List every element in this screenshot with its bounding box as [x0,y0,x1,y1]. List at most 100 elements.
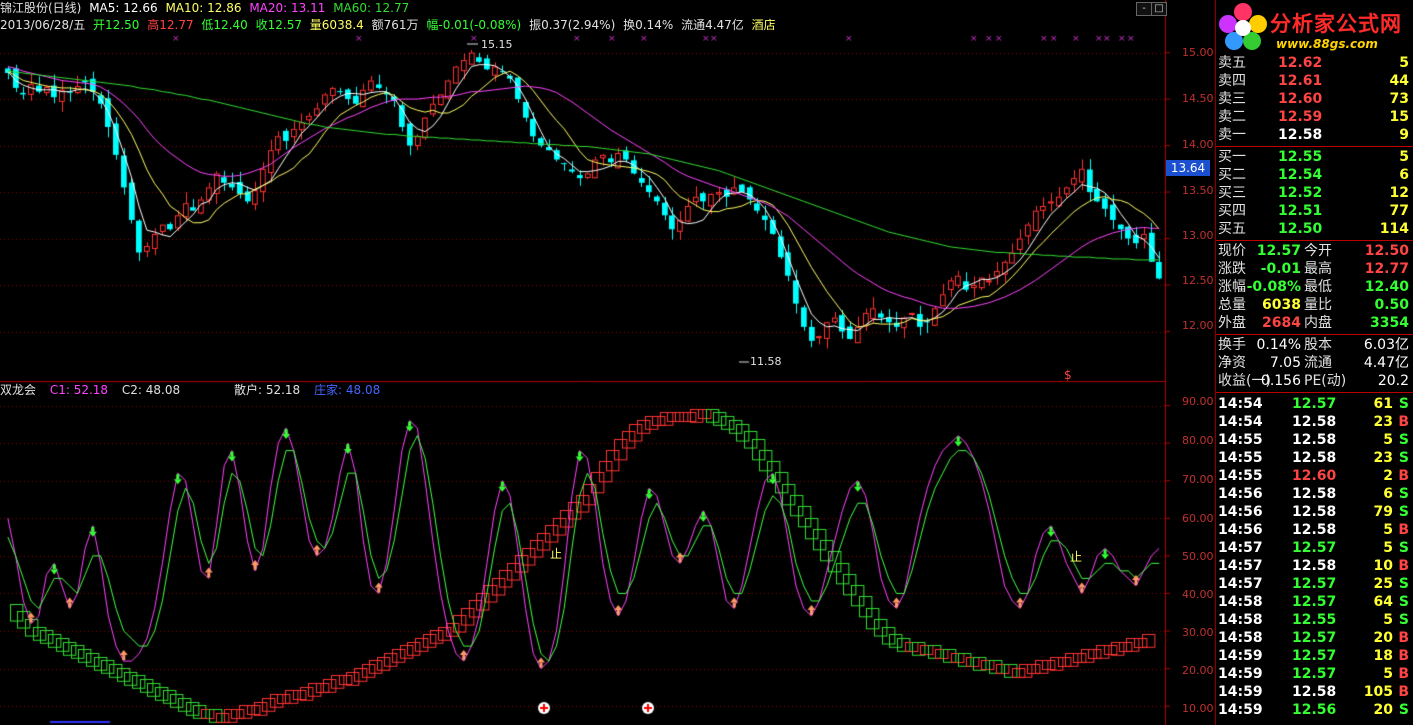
tick-qty: 6 [1383,486,1393,502]
tick-row[interactable]: 14:58 12.55 5 S [1216,611,1413,629]
tick-row[interactable]: 14:54 12.58 23 B [1216,413,1413,431]
sub-axis-tick: 50.00 [1182,550,1214,563]
logo: 分析家公式网 www.88gs.com [1216,0,1413,54]
stat-row: 涨跌 -0.01 最高 12.77 [1216,260,1413,278]
tick-row[interactable]: 14:59 12.58 105 B [1216,683,1413,701]
tick-time: 14:57 [1218,540,1263,556]
orderbook-row[interactable]: 买二 12.54 6 [1216,166,1413,184]
sector-label[interactable]: 酒店 [752,18,776,32]
tick-row[interactable]: 14:57 12.57 5 S [1216,539,1413,557]
tick-time: 14:59 [1218,684,1263,700]
orderbook-label: 买四 [1218,203,1246,219]
low-label: 低12.40 [201,18,248,32]
logo-name: 分析家公式网 [1270,12,1402,36]
tick-side: B [1398,684,1409,700]
tick-row[interactable]: 14:59 12.57 18 B [1216,647,1413,665]
orderbook-row[interactable]: 买三 12.52 12 [1216,184,1413,202]
sub-axis-tick: 60.00 [1182,512,1214,525]
stat-label: 最低 [1304,279,1332,295]
tick-time: 14:54 [1218,414,1263,430]
divider [1216,146,1413,147]
orderbook-row[interactable]: 买一 12.55 5 [1216,148,1413,166]
orderbook-row[interactable]: 买五 12.50 114 [1216,220,1413,238]
fund-value: 6.03亿 [1363,337,1409,353]
current-price-tag: 13.64 [1166,160,1210,176]
tick-side: B [1398,666,1409,682]
kline-chart-canvas[interactable] [0,0,1413,725]
stat-label: 涨跌 [1218,261,1246,277]
amount-label: 额761万 [371,18,419,32]
sub-axis-tick: 70.00 [1182,473,1214,486]
tick-side: S [1398,504,1409,520]
orderbook-row[interactable]: 卖四 12.61 44 [1216,72,1413,90]
tick-side: S [1398,594,1409,610]
turnover-label: 换0.14% [623,18,674,32]
tick-qty: 20 [1373,702,1393,718]
tick-row[interactable]: 14:58 12.57 64 S [1216,593,1413,611]
tick-row[interactable]: 14:57 12.57 25 S [1216,575,1413,593]
orderbook-row[interactable]: 卖一 12.58 9 [1216,126,1413,144]
orderbook-label: 买三 [1218,185,1246,201]
tick-side: S [1398,486,1409,502]
tick-row[interactable]: 14:59 12.57 5 B [1216,665,1413,683]
stat-value: 12.40 [1364,279,1409,295]
orderbook-label: 买二 [1218,167,1246,183]
tick-price: 12.57 [1292,648,1337,664]
tick-qty: 105 [1363,684,1393,700]
maximize-button[interactable]: □ [1151,2,1167,16]
orderbook-row[interactable]: 卖三 12.60 73 [1216,90,1413,108]
fund-label: 净资 [1218,355,1246,371]
dealer-legend: 庄家: 48.08 [314,383,381,397]
orderbook-price: 12.54 [1278,167,1323,183]
tick-time: 14:58 [1218,594,1263,610]
orderbook-label: 卖五 [1218,55,1246,71]
tick-price: 12.58 [1292,522,1337,538]
tick-price: 12.57 [1292,396,1337,412]
price-axis-tick: 13.50 [1182,184,1214,197]
orderbook-qty: 44 [1389,73,1409,89]
tick-time: 14:55 [1218,432,1263,448]
orderbook-price: 12.55 [1278,149,1323,165]
tick-time: 14:57 [1218,558,1263,574]
tick-row[interactable]: 14:56 12.58 79 S [1216,503,1413,521]
tick-qty: 25 [1373,576,1393,592]
stat-label: 内盘 [1304,315,1332,331]
tick-side: B [1398,558,1409,574]
fundamental-row: 净资 7.05 流通 4.47亿 [1216,354,1413,372]
high-label: 高12.77 [147,18,194,32]
orderbook-label: 卖四 [1218,73,1246,89]
orderbook-row[interactable]: 买四 12.51 77 [1216,202,1413,220]
tick-side: S [1398,432,1409,448]
tick-row[interactable]: 14:58 12.57 20 B [1216,629,1413,647]
fundamental-row: 收益(一) 0.156 PE(动) 20.2 [1216,372,1413,390]
orderbook-price: 12.62 [1278,55,1323,71]
tick-qty: 23 [1373,414,1393,430]
tick-qty: 10 [1373,558,1393,574]
orderbook-price: 12.51 [1278,203,1323,219]
tick-row[interactable]: 14:56 12.58 6 S [1216,485,1413,503]
tick-row[interactable]: 14:59 12.56 20 S [1216,701,1413,719]
tick-qty: 5 [1383,666,1393,682]
tick-time: 14:59 [1218,702,1263,718]
tick-side: B [1398,630,1409,646]
tick-price: 12.58 [1292,414,1337,430]
tick-row[interactable]: 14:56 12.58 5 B [1216,521,1413,539]
orderbook-row[interactable]: 卖五 12.62 5 [1216,54,1413,72]
minimize-button[interactable]: - [1136,2,1152,16]
stat-value: 12.50 [1364,243,1409,259]
orderbook-label: 买一 [1218,149,1246,165]
tick-row[interactable]: 14:57 12.58 10 B [1216,557,1413,575]
c1-legend: C1: 52.18 [49,383,109,397]
price-axis-tick: 13.00 [1182,229,1214,242]
orderbook-row[interactable]: 卖二 12.59 15 [1216,108,1413,126]
orderbook-qty: 73 [1389,91,1409,107]
low-marker-label: 11.58 [750,355,782,368]
tick-row[interactable]: 14:55 12.58 5 S [1216,431,1413,449]
tick-row[interactable]: 14:55 12.60 2 B [1216,467,1413,485]
tick-row[interactable]: 14:54 12.57 61 S [1216,395,1413,413]
stat-label: 总量 [1218,297,1246,313]
tick-side: B [1398,522,1409,538]
fundamental-row: 换手 0.14% 股本 6.03亿 [1216,336,1413,354]
tick-side: B [1398,468,1409,484]
tick-row[interactable]: 14:55 12.58 23 S [1216,449,1413,467]
